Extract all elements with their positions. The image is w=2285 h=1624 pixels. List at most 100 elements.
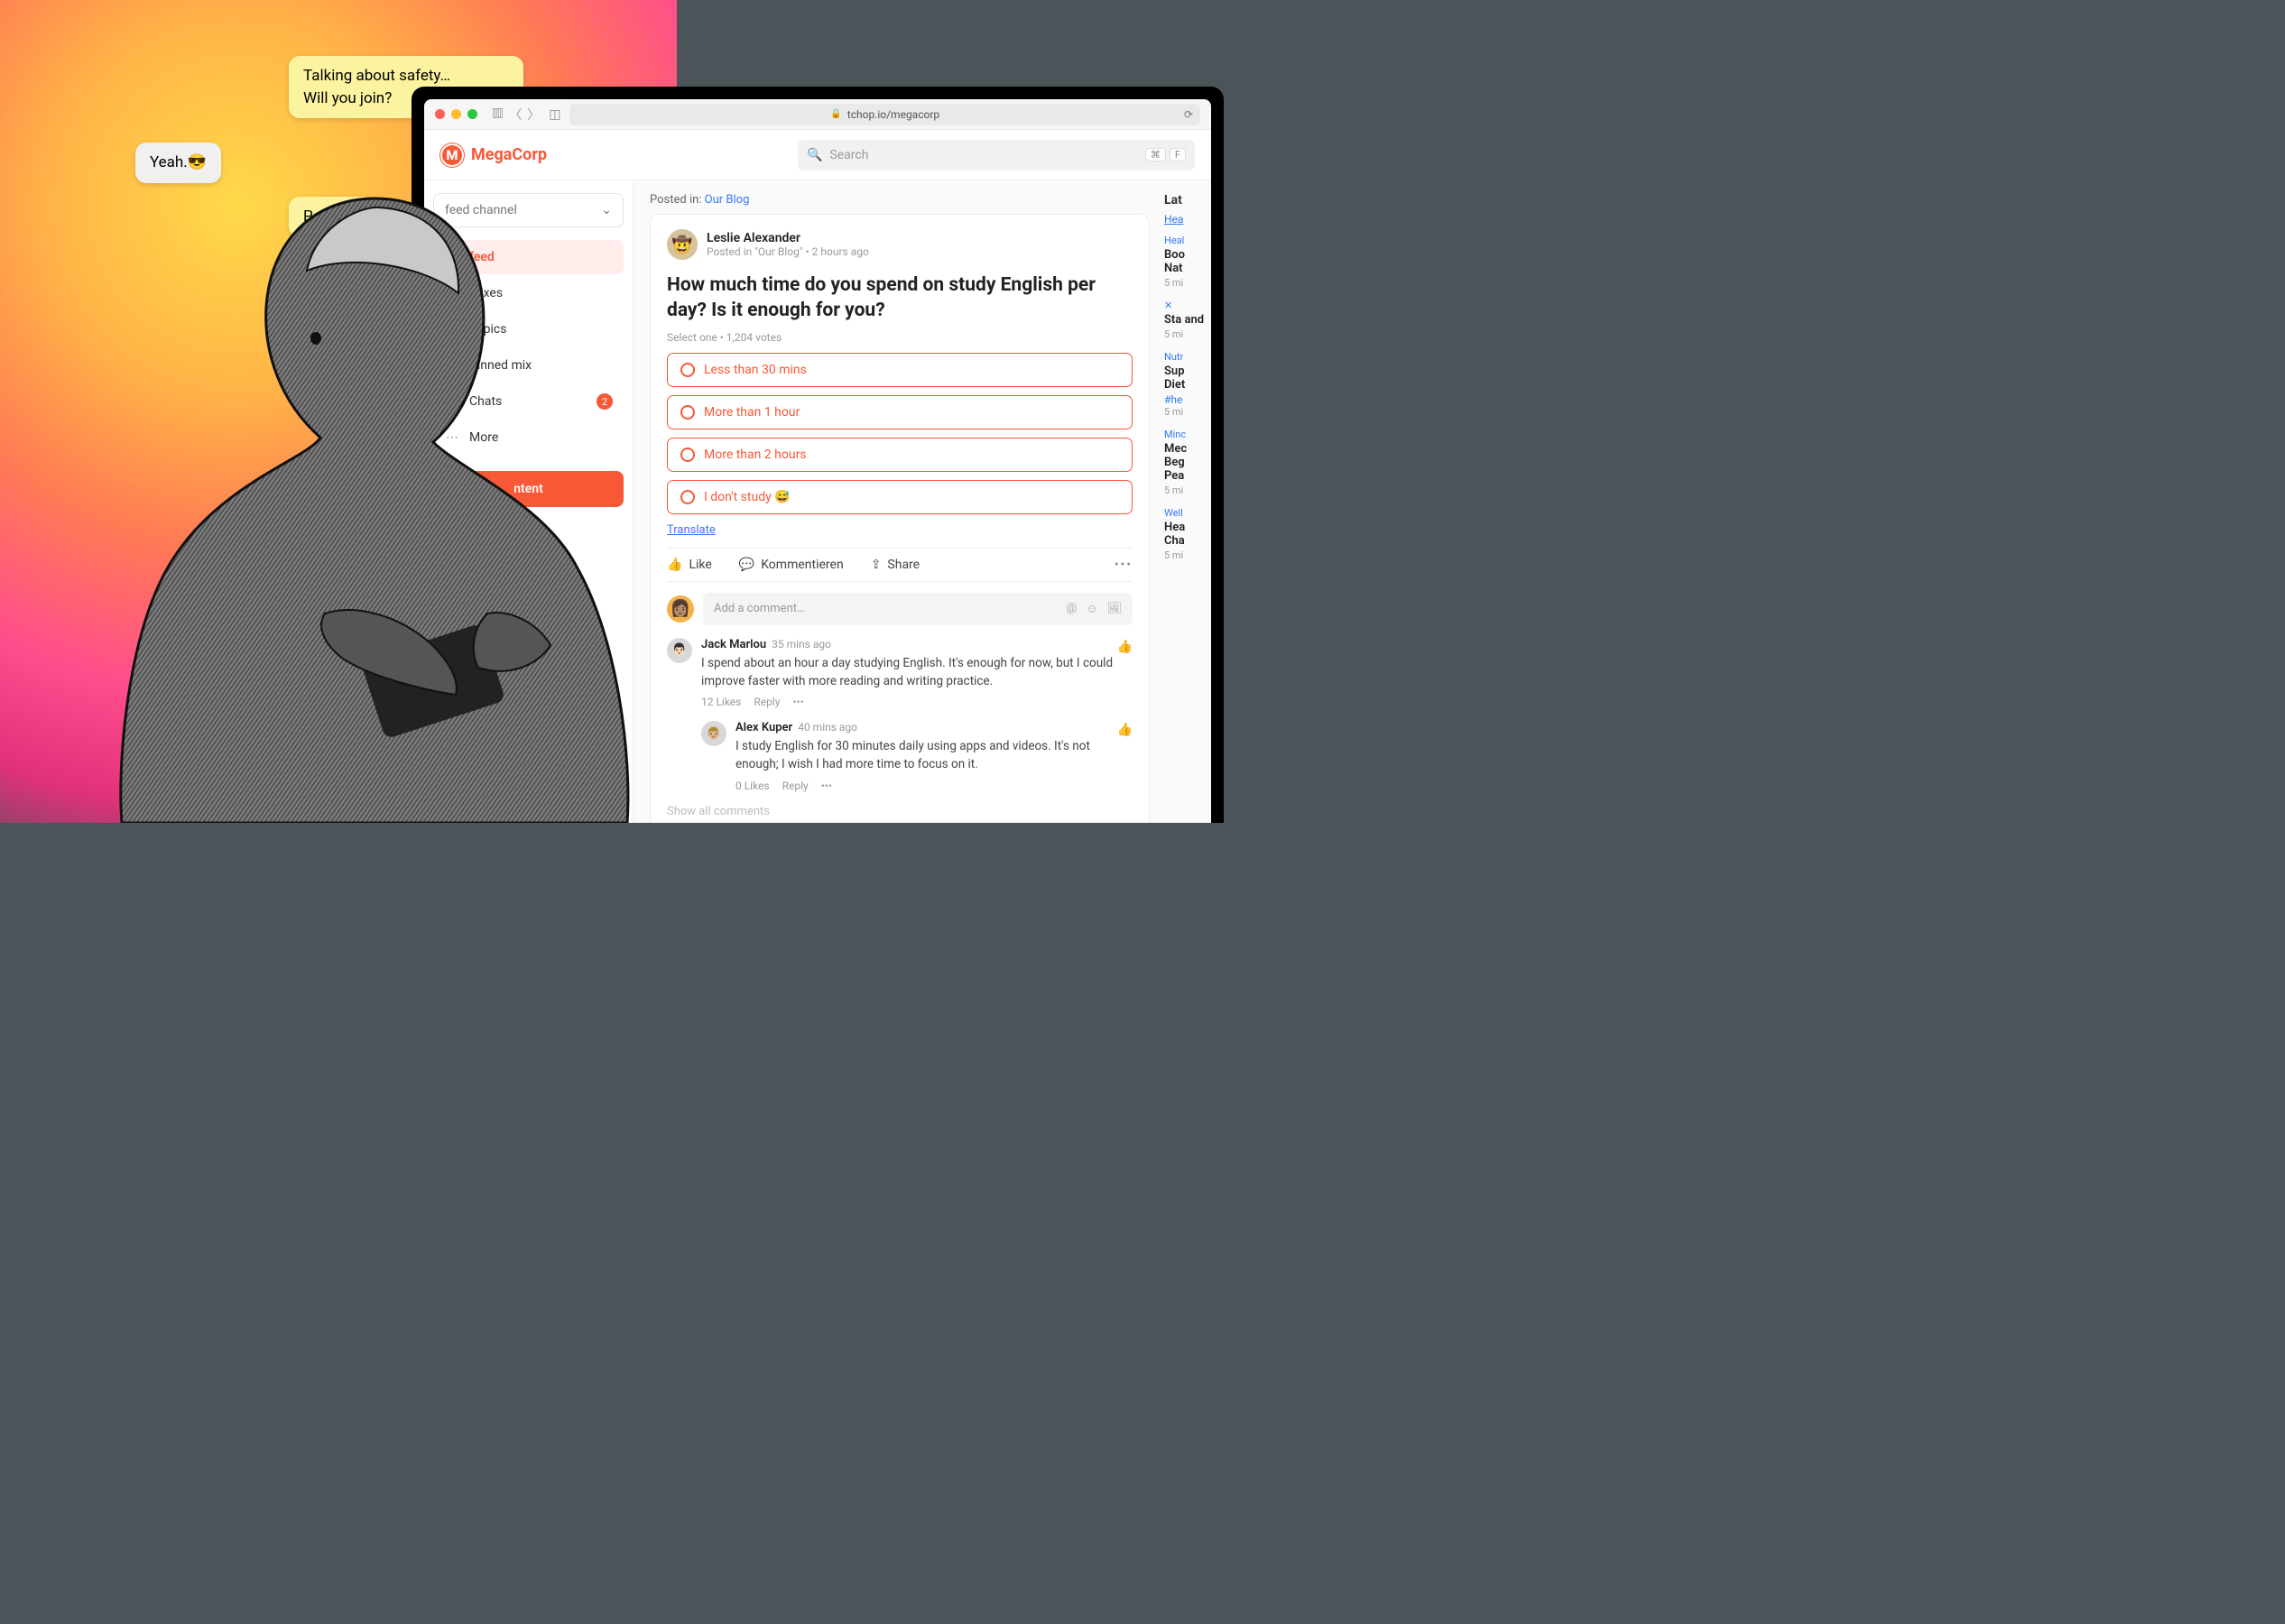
share-button[interactable]: ⇪Share — [871, 558, 920, 572]
new-content-button[interactable]: ntent — [433, 471, 624, 507]
post-header: 🤠 Leslie Alexander Posted in "Our Blog" … — [667, 229, 1133, 260]
radio-icon — [680, 490, 695, 504]
poll: Less than 30 mins More than 1 hour More … — [667, 353, 1133, 514]
comment-author[interactable]: Jack Marlou — [701, 638, 766, 651]
screen: ▥ 〈 〉 ◫ 🔒 tchop.io/megacorp ⟳ M MegaCorp… — [424, 99, 1211, 823]
back-icon[interactable]: 〈 — [509, 106, 522, 124]
sidebar-item-more[interactable]: ⋯ More — [433, 420, 624, 455]
browser-nav: ▥ 〈 〉 — [492, 106, 540, 124]
rail-item[interactable]: Nutr Sup Diet #he 5 mi — [1164, 351, 1206, 418]
post-more-menu[interactable]: ••• — [1115, 558, 1133, 572]
breadcrumb: Posted in: Our Blog — [650, 193, 1150, 207]
comment-composer: 👩🏽 Add a comment… @ ☺ 🖼 — [667, 593, 1133, 625]
privacy-shield-icon[interactable]: ◫ — [549, 107, 560, 122]
post-card: 🤠 Leslie Alexander Posted in "Our Blog" … — [650, 214, 1150, 823]
comment-likes[interactable]: 12 Likes — [701, 696, 741, 708]
comment: 👨🏻 Jack Marlou 35 mins ago I spend about … — [667, 638, 1133, 709]
radio-icon — [680, 363, 695, 377]
radio-icon — [680, 448, 695, 462]
poll-option[interactable]: Less than 30 mins — [667, 353, 1133, 387]
commenter-avatar[interactable]: 👨🏻 — [667, 638, 692, 663]
like-button[interactable]: 👍Like — [667, 558, 712, 572]
author-name[interactable]: Leslie Alexander — [707, 231, 869, 245]
sidebar-item-chats[interactable]: 💬 Chats 2 — [433, 384, 624, 419]
address-bar[interactable]: 🔒 tchop.io/megacorp ⟳ — [569, 104, 1200, 125]
search-input[interactable]: 🔍 Search ⌘ F — [798, 140, 1195, 171]
comment-time: 35 mins ago — [772, 638, 831, 651]
channel-selector[interactable]: feed channel ⌄ — [433, 193, 624, 227]
reload-icon[interactable]: ⟳ — [1184, 108, 1193, 121]
commenter-avatar[interactable]: 👨🏼 — [701, 721, 726, 746]
primary-nav: 🏠 feed ▦ Mixes ☷ Topics 📌 — [433, 240, 624, 455]
rail-heading: Lat — [1164, 193, 1206, 208]
sidebar-item-pinned[interactable]: 📌 Pinned mix — [433, 348, 624, 383]
thumb-up-icon: 👍 — [667, 558, 682, 572]
sidebar-item-feed[interactable]: 🏠 feed — [433, 240, 624, 274]
browser-chrome: ▥ 〈 〉 ◫ 🔒 tchop.io/megacorp ⟳ — [424, 99, 1211, 130]
sidebar-item-mixes[interactable]: ▦ Mixes — [433, 276, 624, 310]
unread-badge: 2 — [597, 393, 613, 410]
lock-icon: 🔒 — [830, 109, 841, 119]
self-avatar[interactable]: 👩🏽 — [667, 595, 694, 623]
chevron-down-icon: ⌄ — [601, 203, 612, 217]
rail-item[interactable]: Minc Mec Beg Pea 5 mi — [1164, 429, 1206, 496]
translate-link[interactable]: Translate — [667, 523, 716, 537]
emoji-icon[interactable]: ☺ — [1086, 602, 1097, 616]
forward-icon[interactable]: 〉 — [527, 106, 540, 124]
poll-option[interactable]: I don't study 😅 — [667, 480, 1133, 514]
app-root: M MegaCorp 🔍 Search ⌘ F feed channel — [424, 130, 1211, 823]
window-controls — [435, 109, 477, 119]
comment-button[interactable]: 💬Kommentieren — [739, 558, 844, 572]
comment-text: I spend about an hour a day studying Eng… — [701, 654, 1133, 691]
reply-button[interactable]: Reply — [782, 780, 809, 792]
like-indicator-icon[interactable]: 👍 — [1117, 723, 1133, 737]
minimize-window[interactable] — [451, 109, 461, 119]
comment-time: 40 mins ago — [798, 721, 857, 734]
home-icon: 🏠 — [444, 250, 460, 264]
poll-option[interactable]: More than 1 hour — [667, 395, 1133, 429]
author-avatar[interactable]: 🤠 — [667, 229, 698, 260]
brand-badge: M — [440, 143, 464, 167]
nav-label: feed — [469, 250, 495, 264]
nav-label: More — [469, 430, 498, 445]
nav-label: Topics — [469, 322, 506, 337]
search-icon: 🔍 — [807, 148, 822, 162]
sidebar-item-topics[interactable]: ☷ Topics — [433, 312, 624, 346]
like-indicator-icon[interactable]: 👍 — [1117, 640, 1133, 654]
maximize-window[interactable] — [467, 109, 477, 119]
rail-item[interactable]: Well Hea Cha 5 mi — [1164, 507, 1206, 561]
mention-icon[interactable]: @ — [1067, 602, 1078, 616]
comment-author[interactable]: Alex Kuper — [735, 721, 792, 734]
share-icon: ⇪ — [871, 558, 882, 572]
comment-input[interactable]: Add a comment… @ ☺ 🖼 — [703, 593, 1133, 625]
poll-option[interactable]: More than 2 hours — [667, 438, 1133, 472]
show-all-comments[interactable]: Show all comments — [667, 805, 1133, 818]
right-rail: Lat Hea Heal Boo Nat 5 mi ✕ Sta and 5 mi… — [1155, 180, 1211, 823]
brand-name: MegaCorp — [471, 145, 547, 164]
sidebar-toggle-icon[interactable]: ▥ — [492, 106, 504, 124]
close-window[interactable] — [435, 109, 445, 119]
rail-item[interactable]: ✕ Sta and 5 mi — [1164, 300, 1206, 340]
comment-more-icon[interactable]: ••• — [792, 696, 803, 708]
main-column: Posted in: Our Blog 🤠 Leslie Alexander P… — [634, 180, 1155, 823]
pin-icon: 📌 — [444, 358, 460, 373]
image-icon[interactable]: 🖼 — [1106, 602, 1122, 616]
breadcrumb-link[interactable]: Our Blog — [705, 193, 750, 207]
url-text: tchop.io/megacorp — [847, 108, 939, 121]
comment-more-icon[interactable]: ••• — [821, 780, 832, 792]
rail-see-all[interactable]: Hea — [1164, 213, 1206, 226]
search-placeholder: Search — [829, 148, 868, 162]
list-icon: ☷ — [444, 322, 460, 337]
nav-label: Chats — [469, 394, 502, 409]
post-meta: Posted in "Our Blog" • 2 hours ago — [707, 245, 869, 258]
brand-logo[interactable]: M MegaCorp — [440, 143, 547, 167]
comment-likes[interactable]: 0 Likes — [735, 780, 770, 792]
chat-bubble-yeah: Yeah.😎 — [135, 143, 221, 183]
rail-item[interactable]: Heal Boo Nat 5 mi — [1164, 235, 1206, 289]
channel-label: feed channel — [445, 203, 517, 217]
post-title: How much time do you spend on study Engl… — [667, 272, 1133, 324]
reply-button[interactable]: Reply — [754, 696, 780, 708]
sidebar: feed channel ⌄ 🏠 feed ▦ Mixes — [424, 180, 634, 823]
nav-label: Pinned mix — [469, 358, 532, 373]
app-body: feed channel ⌄ 🏠 feed ▦ Mixes — [424, 180, 1211, 823]
